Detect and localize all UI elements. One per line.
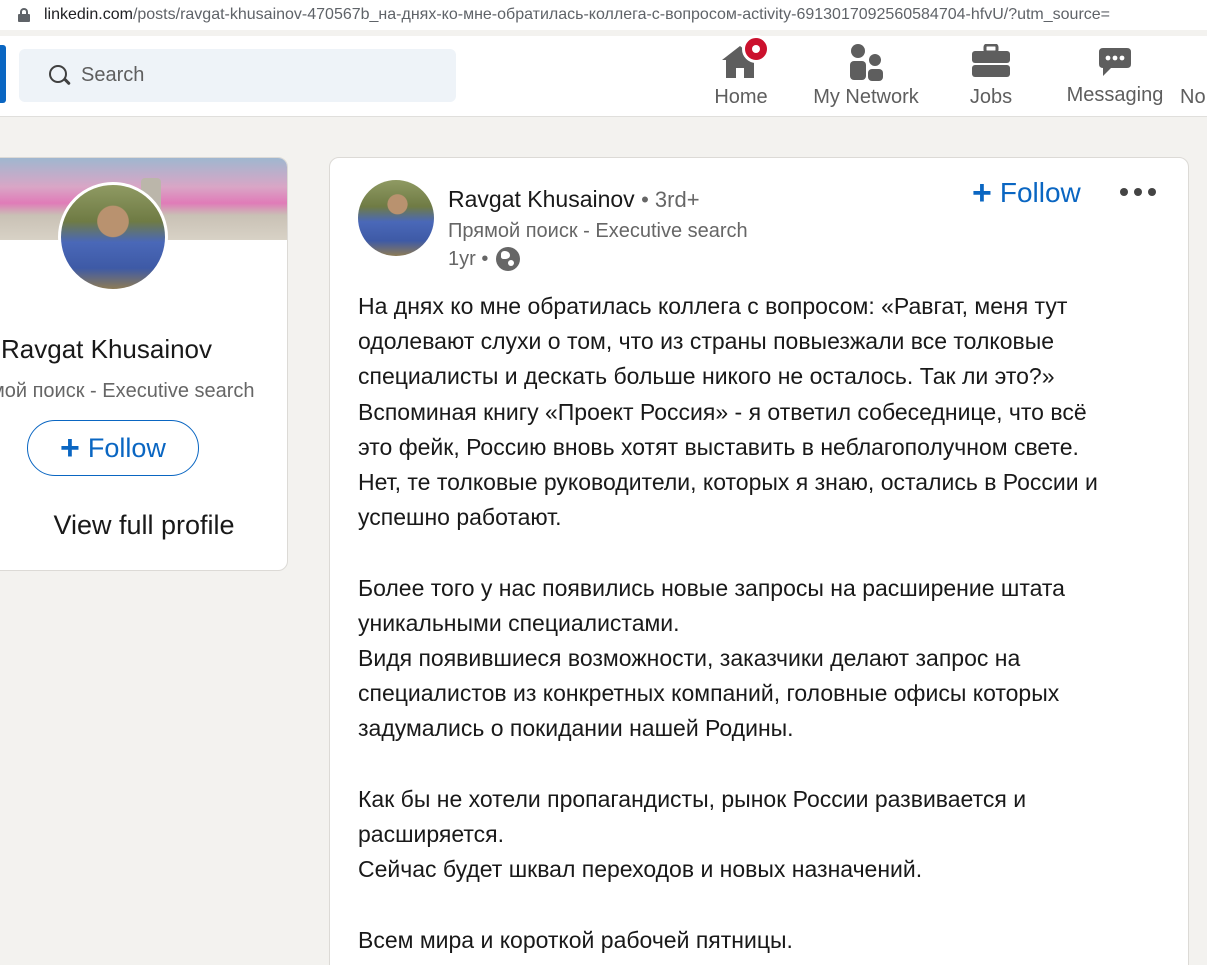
post-line: одолевают слухи о том, что из страны пов… <box>358 328 1055 355</box>
nav-notifications[interactable]: No <box>1180 36 1207 116</box>
url-path: /posts/ravgat-khusainov-470567b_на-днях-… <box>132 6 1111 23</box>
post-line: расширяется. <box>358 821 505 848</box>
profile-headline: мой поиск - Executive search <box>0 380 255 402</box>
lock-icon[interactable] <box>18 8 30 22</box>
briefcase-icon <box>972 44 1010 77</box>
post-follow-label: Follow <box>999 177 1081 208</box>
post-line: На днях ко мне обратилась коллега с вопр… <box>358 293 1068 319</box>
follow-label: Follow <box>87 432 166 463</box>
address-bar[interactable]: linkedin.com/posts/ravgat-khusainov-4705… <box>0 0 1207 30</box>
post-card: Ravgat Khusainov • 3rd+ Прямой поиск - E… <box>329 157 1189 965</box>
connection-degree: • 3rd+ <box>641 187 700 212</box>
url-text[interactable]: linkedin.com/posts/ravgat-khusainov-4705… <box>44 6 1110 24</box>
linkedin-logo[interactable] <box>0 45 6 103</box>
post-meta: 1yr • <box>448 247 521 271</box>
post-text: На днях ко мне обратилась коллега с вопр… <box>358 289 1158 958</box>
url-host: linkedin.com <box>44 6 133 23</box>
post-line: успешно работают. <box>358 504 562 531</box>
post-line <box>358 887 1158 922</box>
post-line: уникальными специалистами. <box>358 609 680 636</box>
post-line: Видя появившиеся возможности, заказчики … <box>358 645 1021 672</box>
post-line <box>358 535 1158 570</box>
author-headline: Прямой поиск - Executive search <box>448 220 748 242</box>
author-avatar[interactable] <box>358 180 434 256</box>
nav-my-network[interactable]: My Network <box>806 36 926 116</box>
post-line: специалистов из конкретных компаний, гол… <box>358 680 1060 707</box>
post-line: это фейк, Россию вновь хотят выставить в… <box>358 433 1079 460</box>
messaging-icon <box>1099 48 1131 76</box>
avatar[interactable] <box>58 182 168 292</box>
network-icon <box>850 44 883 81</box>
post-line: Нет, те толковые руководители, которых я… <box>358 469 1098 496</box>
view-full-profile-link[interactable]: View full profile <box>0 510 287 541</box>
profile-name[interactable]: Ravgat Khusainov <box>1 334 212 365</box>
post-line: Сейчас будет шквал переходов и новых наз… <box>358 856 923 883</box>
post-line: Более того у нас появились новые запросы… <box>358 574 1065 601</box>
post-line: Вспоминая книгу «Проект Россия» - я отве… <box>358 398 1087 425</box>
post-line <box>358 747 1158 782</box>
post-time: 1yr • <box>448 247 489 270</box>
follow-button[interactable]: + Follow <box>27 420 199 476</box>
nav-jobs-label: Jobs <box>969 86 1013 108</box>
nav-home-label: Home <box>714 86 768 108</box>
nav-my-network-label: My Network <box>813 86 919 108</box>
globe-icon <box>496 247 521 271</box>
global-nav: Search Home My Network Jobs Messaging No <box>0 35 1207 117</box>
nav-messaging[interactable]: Messaging <box>1060 36 1170 116</box>
nav-messaging-label: Messaging <box>1066 84 1164 106</box>
nav-home[interactable]: Home <box>700 35 782 116</box>
search-input[interactable]: Search <box>19 49 456 102</box>
post-line: Всем мира и короткой рабочей пятницы. <box>358 926 793 953</box>
post-line: задумались о покидании нашей Родины. <box>358 715 794 742</box>
notification-badge <box>742 35 770 63</box>
plus-icon: + <box>972 174 992 212</box>
author-line: Ravgat Khusainov • 3rd+ <box>448 186 700 213</box>
search-icon <box>49 64 71 87</box>
plus-icon: + <box>60 429 80 467</box>
nav-notifications-label: No <box>1180 86 1206 108</box>
post-line: Как бы не хотели пропагандисты, рынок Ро… <box>358 785 1027 812</box>
author-name[interactable]: Ravgat Khusainov <box>448 186 635 212</box>
more-options-icon[interactable] <box>1120 188 1156 196</box>
author-profile-card: Ravgat Khusainov мой поиск - Executive s… <box>0 157 288 571</box>
search-placeholder: Search <box>81 64 145 86</box>
post-line: специалисты и дескать больше никого не о… <box>358 363 1055 390</box>
nav-jobs[interactable]: Jobs <box>950 36 1032 116</box>
post-follow-button[interactable]: + Follow <box>972 176 1081 210</box>
